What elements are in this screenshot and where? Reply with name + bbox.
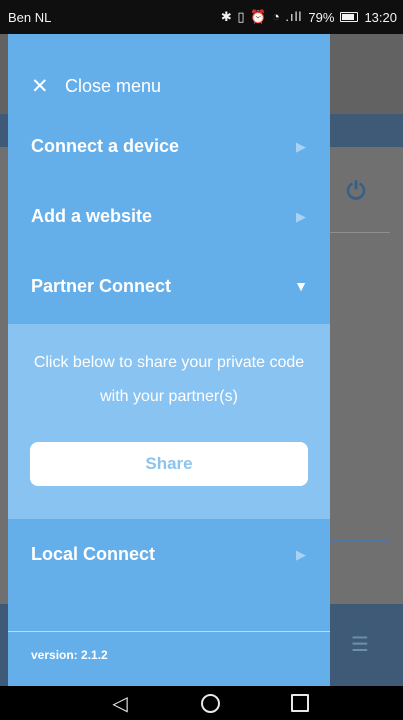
close-menu-label: Close menu xyxy=(65,75,162,96)
status-bar: Ben NL ✱ ▯ ⏰ ◔ .ıll 79% 13:20 xyxy=(0,0,403,34)
list-icon: ☰ xyxy=(351,634,369,656)
home-button[interactable] xyxy=(190,686,230,720)
menu-item-partner-connect[interactable]: Partner Connect ▼ xyxy=(8,258,330,314)
menu-item-local-connect[interactable]: Local Connect ▶ xyxy=(8,526,330,582)
menu-item-label: Add a website xyxy=(31,205,153,226)
battery-icon xyxy=(340,12,359,22)
recent-apps-button[interactable] xyxy=(280,686,320,720)
clock: 13:20 xyxy=(364,9,397,25)
menu-item-connect-device[interactable]: Connect a device ▶ xyxy=(8,118,330,174)
partner-connect-panel: Click below to share your private code w… xyxy=(8,324,330,519)
menu-item-label: Partner Connect xyxy=(31,275,172,296)
status-right: ✱ ▯ ⏰ ◔ .ıll 79% 13:20 xyxy=(221,9,397,25)
background-blue-line xyxy=(330,540,390,541)
phone-screen: Ben NL ✱ ▯ ⏰ ◔ .ıll 79% 13:20 ⏻ ☰ ✕ Clos… xyxy=(0,0,403,720)
menu-item-label: Local Connect xyxy=(31,543,156,564)
background-divider xyxy=(330,232,390,233)
close-icon: ✕ xyxy=(31,74,49,98)
carrier-name: Ben NL xyxy=(8,9,52,25)
version-label: version: 2.1.2 xyxy=(31,648,108,662)
back-button[interactable]: ◁ xyxy=(100,686,140,720)
partner-instructions: Click below to share your private code w… xyxy=(33,354,305,405)
share-button[interactable]: Share xyxy=(30,442,308,486)
home-circle-icon xyxy=(200,693,220,713)
close-menu-button[interactable]: ✕ Close menu xyxy=(8,58,330,114)
chevron-right-icon: ▶ xyxy=(296,138,306,154)
back-triangle-icon: ◁ xyxy=(112,692,128,715)
system-navigation-bar: ◁ xyxy=(0,686,403,720)
power-icon: ⏻ xyxy=(346,178,366,205)
chevron-right-icon: ▶ xyxy=(296,208,306,224)
navigation-drawer: ✕ Close menu Connect a device ▶ Add a we… xyxy=(8,34,330,686)
chevron-right-icon: ▶ xyxy=(296,546,306,562)
status-icons: ✱ ▯ ⏰ ◔ .ıll xyxy=(220,9,303,24)
menu-item-label: Connect a device xyxy=(31,135,180,156)
drawer-divider xyxy=(8,631,330,632)
menu-item-add-website[interactable]: Add a website ▶ xyxy=(8,188,330,244)
chevron-down-icon: ▼ xyxy=(294,278,308,294)
recent-square-icon xyxy=(291,694,309,712)
battery-percent: 79% xyxy=(308,9,335,25)
